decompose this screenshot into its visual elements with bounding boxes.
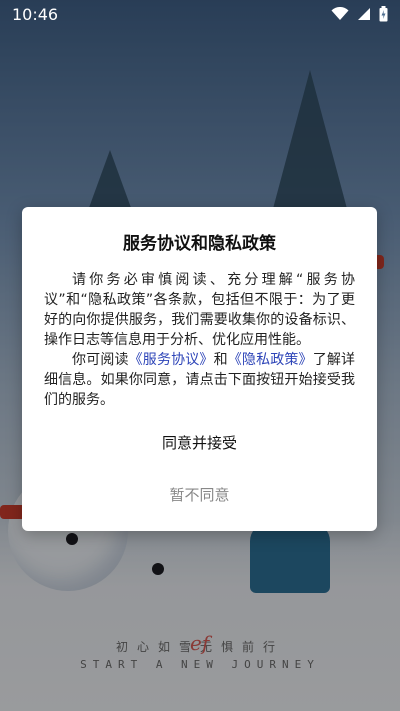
footer-slogan-en: START A NEW JOURNEY bbox=[80, 658, 320, 671]
dialog-paragraph-2: 你可阅读《服务协议》和《隐私政策》了解详细信息。如果你同意，请点击下面按钮开始接… bbox=[44, 350, 355, 410]
privacy-policy-link[interactable]: 《隐私政策》 bbox=[228, 352, 313, 368]
signature-logo: ef bbox=[190, 631, 210, 655]
service-agreement-link[interactable]: 《服务协议》 bbox=[129, 352, 214, 368]
dialog-title: 服务协议和隐私政策 bbox=[123, 234, 276, 254]
p2-prefix: 你可阅读 bbox=[72, 352, 129, 368]
dialog-paragraph-1: 请你务必审慎阅读、充分理解“服务协议”和“隐私政策”各条款，包括但不限于：为了更… bbox=[44, 272, 355, 348]
disagree-button[interactable]: 暂不同意 bbox=[44, 482, 355, 506]
signal-icon bbox=[357, 7, 371, 21]
privacy-dialog: 服务协议和隐私政策 请你务必审慎阅读、充分理解“服务协议”和“隐私政策”各条款，… bbox=[22, 207, 377, 531]
status-bar: 10:46 bbox=[0, 0, 400, 28]
p2-and: 和 bbox=[213, 352, 228, 368]
battery-icon bbox=[379, 6, 388, 22]
status-icons bbox=[331, 6, 388, 22]
dialog-body: 请你务必审慎阅读、充分理解“服务协议”和“隐私政策”各条款，包括但不限于：为了更… bbox=[44, 270, 355, 410]
status-time: 10:46 bbox=[12, 4, 59, 24]
wifi-icon bbox=[331, 7, 349, 21]
agree-button[interactable]: 同意并接受 bbox=[44, 430, 355, 454]
